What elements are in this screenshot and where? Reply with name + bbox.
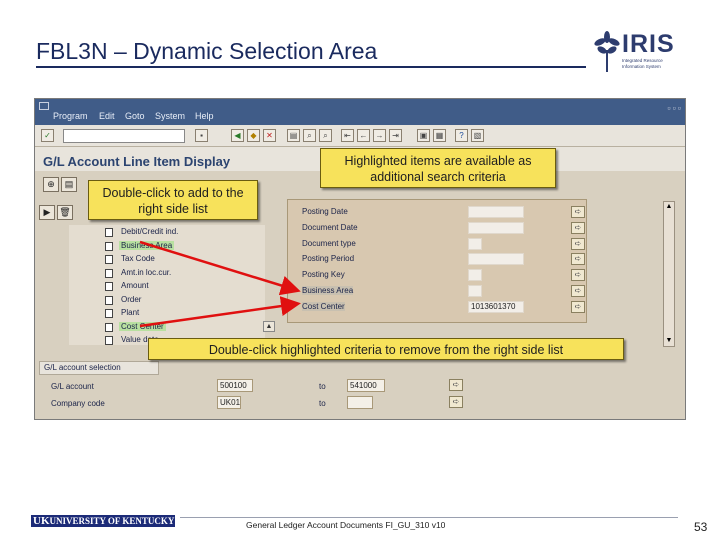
- callout-available: Highlighted items are available as addit…: [320, 148, 556, 188]
- page-number: 53: [694, 520, 708, 534]
- university-logo: UKUNIVERSITY OF KENTUCKY: [31, 515, 175, 527]
- callout-remove: Double-click highlighted criteria to rem…: [148, 338, 624, 360]
- university-name: UNIVERSITY OF KENTUCKY: [49, 516, 175, 526]
- callout-add: Double-click to add to the right side li…: [88, 180, 258, 220]
- footer-rule: [180, 517, 678, 518]
- arrow-cost-center: [139, 296, 301, 328]
- arrow-business-area: [139, 240, 301, 296]
- footer-text: General Ledger Account Documents FI_GU_3…: [246, 520, 446, 530]
- annotation-arrows: [139, 240, 301, 328]
